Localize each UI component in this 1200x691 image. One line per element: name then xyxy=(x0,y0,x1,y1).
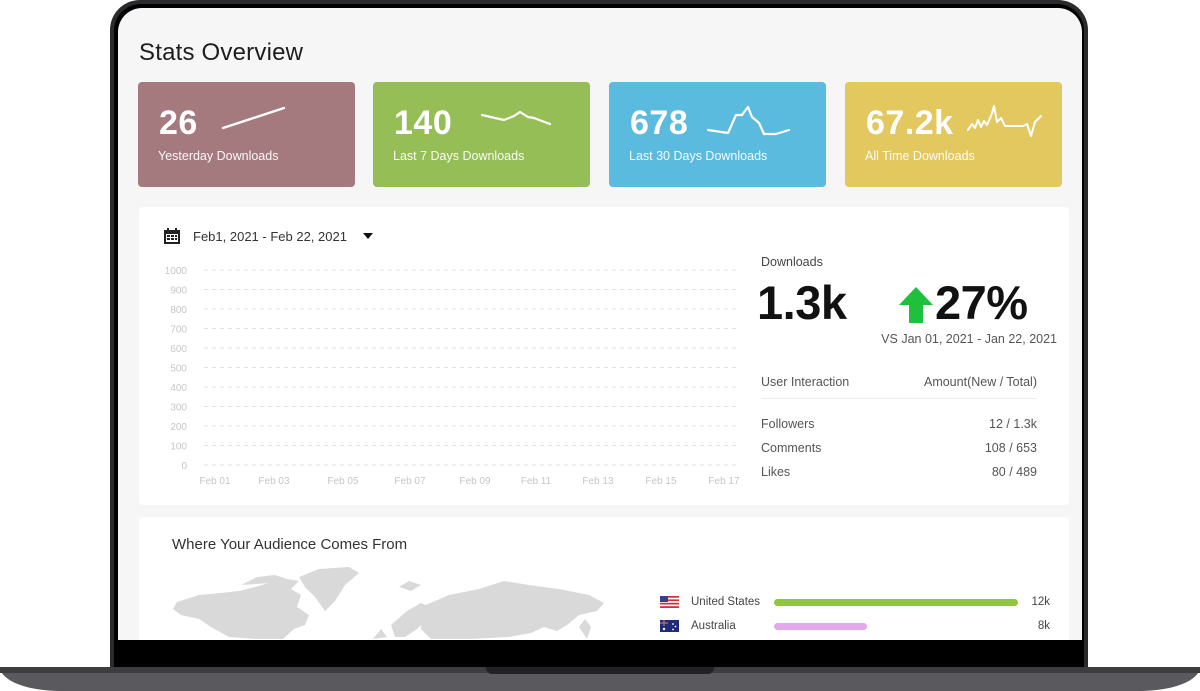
country-value: 8k xyxy=(1037,620,1050,632)
arrow-up-icon xyxy=(899,287,933,323)
card-all-time-downloads[interactable]: 67.2k All Time Downloads xyxy=(845,82,1062,187)
downloads-total: 1.3k xyxy=(757,276,847,329)
card-label: Last 30 Days Downloads xyxy=(629,149,768,163)
date-range-picker[interactable]: Feb1, 2021 - Feb 22, 2021 xyxy=(163,227,373,245)
downloads-label: Downloads xyxy=(761,255,823,269)
us-flag-icon xyxy=(660,596,679,608)
au-flag-icon xyxy=(660,620,679,632)
calendar-icon xyxy=(164,228,180,244)
interaction-table-header: User Interaction Amount(New / Total) xyxy=(761,375,1037,399)
dashboard-screen: Stats Overview 26 Yesterday Downloads 14… xyxy=(118,8,1082,640)
sparkline-icon xyxy=(967,105,1042,137)
country-name: United States xyxy=(691,596,761,608)
y-tick-label: 200 xyxy=(170,422,187,433)
x-tick-label: Feb 11 xyxy=(521,476,552,487)
interaction-name: Followers xyxy=(761,417,815,431)
downloads-chart: 10009008007006005004003002001000Feb 01 Fe… xyxy=(165,266,740,487)
country-row-united-states: United States 12k xyxy=(660,594,1050,610)
country-bar-fill xyxy=(774,598,1018,606)
downloads-panel: Feb1, 2021 - Feb 22, 2021 1000 900 800 700 6… xyxy=(139,207,1069,505)
y-tick-label: 700 xyxy=(170,325,187,336)
table-row: Likes 80 / 489 xyxy=(761,465,1037,479)
x-tick-label: Feb 09 xyxy=(459,476,491,487)
table-row: Comments 108 / 653 xyxy=(761,441,1037,455)
page-title: Stats Overview xyxy=(139,39,304,66)
y-tick-label: 600 xyxy=(170,344,187,355)
column-header: User Interaction xyxy=(761,375,850,389)
y-tick-label: 0 xyxy=(181,461,187,472)
x-tick-label: Feb 13 xyxy=(582,476,614,487)
country-bar xyxy=(774,598,1018,606)
y-tick-label: 900 xyxy=(170,286,187,297)
country-bar-fill xyxy=(774,622,867,630)
sparkline-icon xyxy=(221,106,286,130)
chevron-down-icon[interactable] xyxy=(362,233,373,239)
audience-panel: Where Your Audience Comes From United St… xyxy=(139,517,1069,640)
card-label: Last 7 Days Downloads xyxy=(393,149,525,163)
card-7-day-downloads[interactable]: 140 Last 7 Days Downloads xyxy=(373,82,590,187)
date-range-label: Feb1, 2021 - Feb 22, 2021 xyxy=(193,228,347,244)
x-tick-label: Feb 03 xyxy=(258,476,290,487)
interaction-amount: 80 / 489 xyxy=(991,465,1037,479)
y-tick-label: 400 xyxy=(170,383,187,394)
interaction-name: Comments xyxy=(761,441,822,455)
country-name: Australia xyxy=(691,620,736,632)
x-tick-label: Feb 05 xyxy=(327,476,359,487)
audience-title: Where Your Audience Comes From xyxy=(172,536,408,553)
card-label: All Time Downloads xyxy=(865,149,975,163)
y-tick-label: 800 xyxy=(170,305,187,316)
card-value: 678 xyxy=(630,104,689,142)
world-map xyxy=(173,567,604,639)
x-tick-label: Feb 07 xyxy=(394,476,426,487)
comparison-range: VS Jan 01, 2021 - Jan 22, 2021 xyxy=(881,332,1057,346)
country-row-australia: Australia 8k xyxy=(660,618,1050,634)
y-tick-label: 300 xyxy=(170,403,187,414)
card-yesterday-downloads[interactable]: 26 Yesterday Downloads xyxy=(138,82,355,187)
card-30-day-downloads[interactable]: 678 Last 30 Days Downloads xyxy=(609,82,826,187)
card-label: Yesterday Downloads xyxy=(158,149,279,163)
table-row: Followers 12 / 1.3k xyxy=(761,417,1037,431)
country-bar xyxy=(774,622,1018,630)
column-header: Amount(New / Total) xyxy=(923,375,1037,389)
y-tick-label: 100 xyxy=(170,442,187,453)
card-value: 26 xyxy=(159,104,198,142)
sparkline-icon xyxy=(480,110,552,126)
interaction-amount: 108 / 653 xyxy=(984,441,1037,455)
interaction-amount: 12 / 1.3k xyxy=(989,417,1037,431)
sparkline-icon xyxy=(706,105,791,136)
downloads-summary: Downloads 1.3k 27% VS Jan 01, 2021 - Jan… xyxy=(757,207,1057,505)
y-tick-label: 500 xyxy=(170,364,187,375)
laptop-notch xyxy=(486,667,714,674)
country-value: 12k xyxy=(1031,596,1050,608)
x-tick-label: Feb 17 xyxy=(708,476,740,487)
card-value: 140 xyxy=(394,104,453,142)
downloads-change: 27% xyxy=(935,276,1028,329)
interaction-name: Likes xyxy=(761,465,791,479)
card-value: 67.2k xyxy=(866,104,954,142)
x-tick-label: Feb 01 xyxy=(199,476,231,487)
y-tick-label: 1000 xyxy=(165,266,188,277)
x-tick-label: Feb 15 xyxy=(645,476,677,487)
